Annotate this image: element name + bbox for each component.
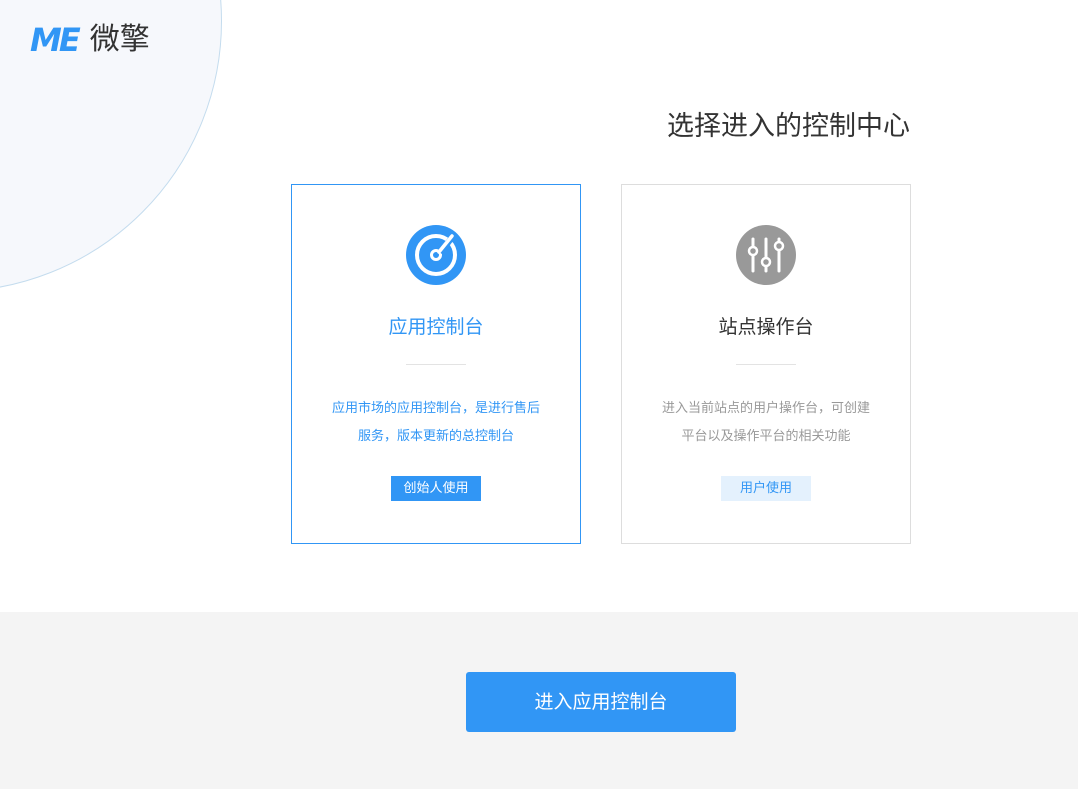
logo-mark: ME (30, 21, 81, 59)
card-site-console[interactable]: 站点操作台 进入当前站点的用户操作台，可创建 平台以及操作平台的相关功能 用户使… (621, 184, 911, 544)
divider (736, 364, 796, 365)
logo[interactable]: ME 微擎 (30, 22, 150, 58)
card-description-line: 服务，版本更新的总控制台 (357, 429, 514, 444)
logo-text: 微擎 (89, 22, 150, 57)
card-title: 应用控制台 (388, 316, 484, 338)
page-title: 选择进入的控制中心 (667, 111, 910, 142)
card-tag: 创始人使用 (391, 476, 481, 501)
card-description-line: 进入当前站点的用户操作台，可创建 (661, 401, 870, 416)
footer: 进入应用控制台 (0, 612, 1078, 789)
card-tag: 用户使用 (721, 476, 811, 501)
card-description: 进入当前站点的用户操作台，可创建 平台以及操作平台的相关功能 (650, 395, 882, 451)
card-description-line: 平台以及操作平台的相关功能 (681, 429, 851, 444)
enter-console-button[interactable]: 进入应用控制台 (466, 672, 736, 732)
card-description-line: 应用市场的应用控制台，是进行售后 (331, 401, 540, 416)
sliders-icon (736, 225, 796, 285)
card-description: 应用市场的应用控制台，是进行售后 服务，版本更新的总控制台 (320, 395, 552, 451)
target-icon (406, 225, 466, 285)
divider (406, 364, 466, 365)
card-title: 站点操作台 (718, 316, 814, 338)
page: ME 微擎 选择进入的控制中心 应用控制台 应用市场的应用控制台，是进行售后 服… (0, 0, 1078, 789)
card-app-console[interactable]: 应用控制台 应用市场的应用控制台，是进行售后 服务，版本更新的总控制台 创始人使… (291, 184, 581, 544)
